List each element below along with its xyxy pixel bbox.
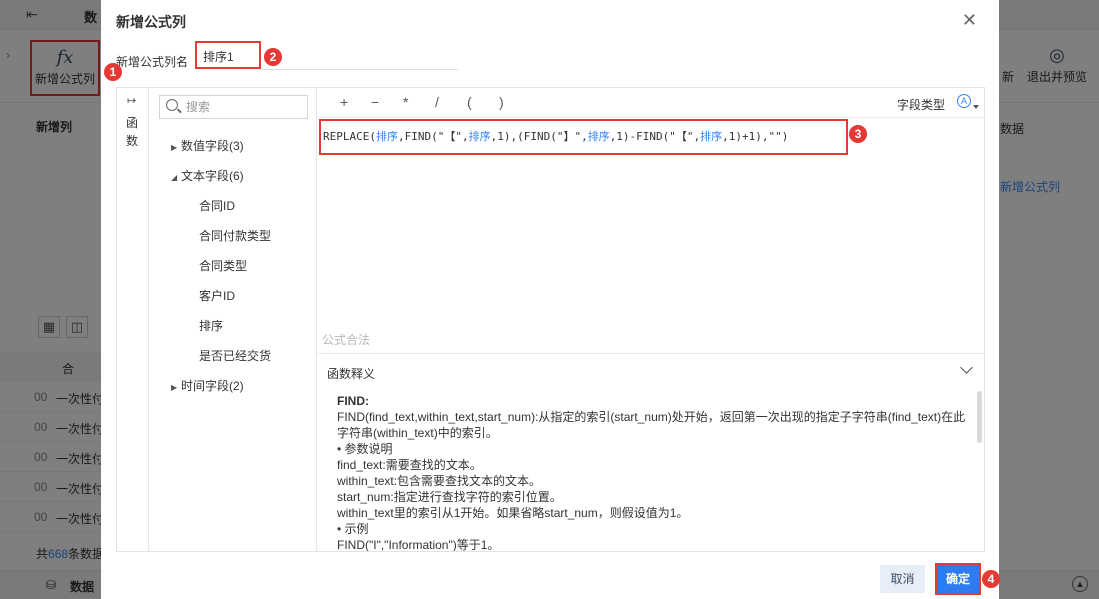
tree-group-numeric[interactable]: ▶ 数值字段(3) (171, 137, 244, 154)
formula-status: 公式合法 (322, 333, 371, 347)
close-paren-operator[interactable]: ) (499, 94, 504, 110)
search-icon (166, 99, 178, 111)
dialog-title: 新增公式列 (116, 14, 186, 30)
field-type-label: 字段类型 (896, 98, 945, 112)
tree-group-label: 时间字段(2) (181, 379, 244, 393)
callout-badge-4: 4 (982, 570, 1000, 588)
field-panel: ▶数值字段(3) ◢文本字段(6) 合同ID 合同付款类型 合同类型 客户ID … (149, 88, 317, 551)
operator-bar: + − * / ( ) 字段类型 A (318, 88, 985, 118)
formula-field-token: 排序 (375, 130, 398, 143)
explain-line: FIND("I","Information")等于1。 (337, 538, 500, 551)
caret-down-icon: ◢ (171, 173, 178, 182)
column-name-label: 新增公式列名 (116, 55, 189, 69)
field-item[interactable]: 是否已经交货 (199, 347, 271, 364)
close-icon[interactable]: ✕ (962, 10, 977, 31)
explain-line: find_text:需要查找的文本。 (337, 458, 482, 472)
add-formula-column-dialog: 新增公式列 ✕ 新增公式列名 排序1 ↦ 函数 ▶数值字段(3) ◢文本字段(6… (101, 0, 999, 599)
explain-line: within_text里的索引从1开始。如果省略start_num，则假设值为1… (337, 506, 689, 520)
formula-token: ,FIND("【", (397, 130, 469, 143)
confirm-button[interactable]: 确定 (935, 563, 981, 595)
explain-line: within_text:包含需要查找文本的文本。 (337, 474, 542, 488)
divide-operator[interactable]: / (435, 94, 439, 110)
function-explain-header[interactable]: 函数释义 (318, 353, 985, 387)
explain-line: • 参数说明 (337, 442, 393, 456)
formula-editor-body: ↦ 函数 ▶数值字段(3) ◢文本字段(6) 合同ID 合同付款类型 合同类型 … (116, 87, 985, 552)
field-search-input[interactable] (186, 98, 304, 116)
formula-editor: + − * / ( ) 字段类型 A REPLACE(排序,FIND("【",排… (318, 88, 985, 551)
formula-token: ,1)+1),"") (722, 130, 789, 143)
function-name: FIND: (337, 394, 369, 408)
field-item[interactable]: 合同类型 (199, 257, 247, 274)
plus-operator[interactable]: + (340, 94, 348, 110)
cancel-button[interactable]: 取消 (880, 565, 925, 593)
expand-functions-icon[interactable]: ↦ (127, 94, 136, 107)
field-item[interactable]: 合同付款类型 (199, 227, 271, 244)
chevron-down-icon[interactable] (960, 361, 973, 374)
formula-input[interactable]: REPLACE(排序,FIND("【",排序,1),(FIND("】",排序,1… (319, 119, 848, 155)
caret-right-icon: ▶ (171, 383, 178, 392)
explain-line: FIND(find_text,within_text,start_num):从指… (337, 410, 966, 440)
multiply-operator[interactable]: * (403, 94, 408, 110)
explain-line: start_num:指定进行查找字符的索引位置。 (337, 490, 562, 504)
function-rail-label: 函数 (126, 116, 139, 148)
tree-group-time[interactable]: ▶ 时间字段(2) (171, 377, 244, 394)
function-rail[interactable]: ↦ 函数 (117, 88, 149, 551)
tree-group-label: 文本字段(6) (181, 169, 244, 183)
explain-scrollbar[interactable] (977, 391, 982, 443)
formula-token: ,1)-FIND("【", (609, 130, 701, 143)
formula-token: ,1),(FIND("】", (490, 130, 588, 143)
formula-field-token: 排序 (700, 130, 723, 143)
callout-badge-3: 3 (849, 125, 867, 143)
formula-token: REPLACE( (323, 130, 376, 143)
function-explain-content: FIND: FIND(find_text,within_text,start_n… (337, 393, 967, 551)
formula-field-token: 排序 (587, 130, 610, 143)
explain-line: • 示例 (337, 522, 369, 536)
column-name-input[interactable]: 排序1 (195, 41, 261, 69)
field-item[interactable]: 排序 (199, 317, 223, 334)
tree-group-text[interactable]: ◢ 文本字段(6) (171, 167, 244, 184)
minus-operator[interactable]: − (371, 94, 379, 110)
tree-group-label: 数值字段(3) (181, 139, 244, 153)
callout-badge-1: 1 (104, 63, 122, 81)
function-explain-title: 函数释义 (327, 367, 376, 381)
field-item[interactable]: 合同ID (199, 197, 235, 214)
field-search[interactable] (159, 95, 308, 119)
column-name-underline (261, 69, 458, 70)
formula-field-token: 排序 (468, 130, 491, 143)
field-item[interactable]: 客户ID (199, 287, 235, 304)
field-type-dropdown-icon[interactable]: A (957, 94, 979, 109)
callout-badge-2: 2 (264, 48, 282, 66)
caret-right-icon: ▶ (171, 143, 178, 152)
open-paren-operator[interactable]: ( (467, 94, 472, 110)
